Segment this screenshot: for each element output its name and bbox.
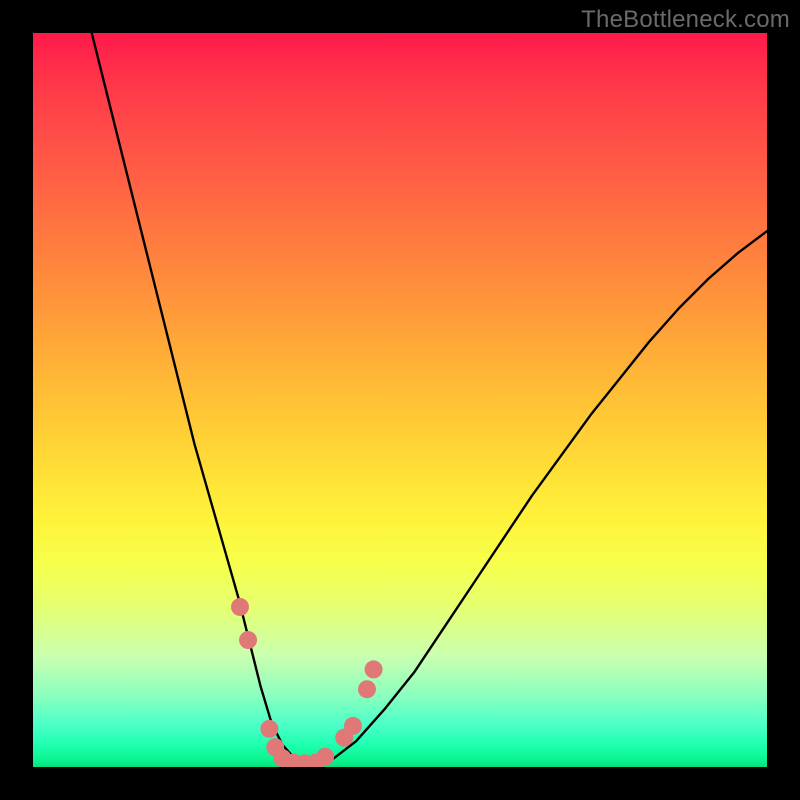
data-point [316, 748, 334, 766]
data-point [239, 631, 257, 649]
data-point [358, 680, 376, 698]
curve-layer [33, 33, 767, 767]
data-point [231, 598, 249, 616]
watermark-text: TheBottleneck.com [581, 6, 790, 34]
data-point [365, 660, 383, 678]
plot-area [33, 33, 767, 767]
data-point [344, 717, 362, 735]
chart-frame: TheBottleneck.com [0, 0, 800, 800]
bottleneck-curve [92, 33, 767, 763]
data-point [260, 720, 278, 738]
